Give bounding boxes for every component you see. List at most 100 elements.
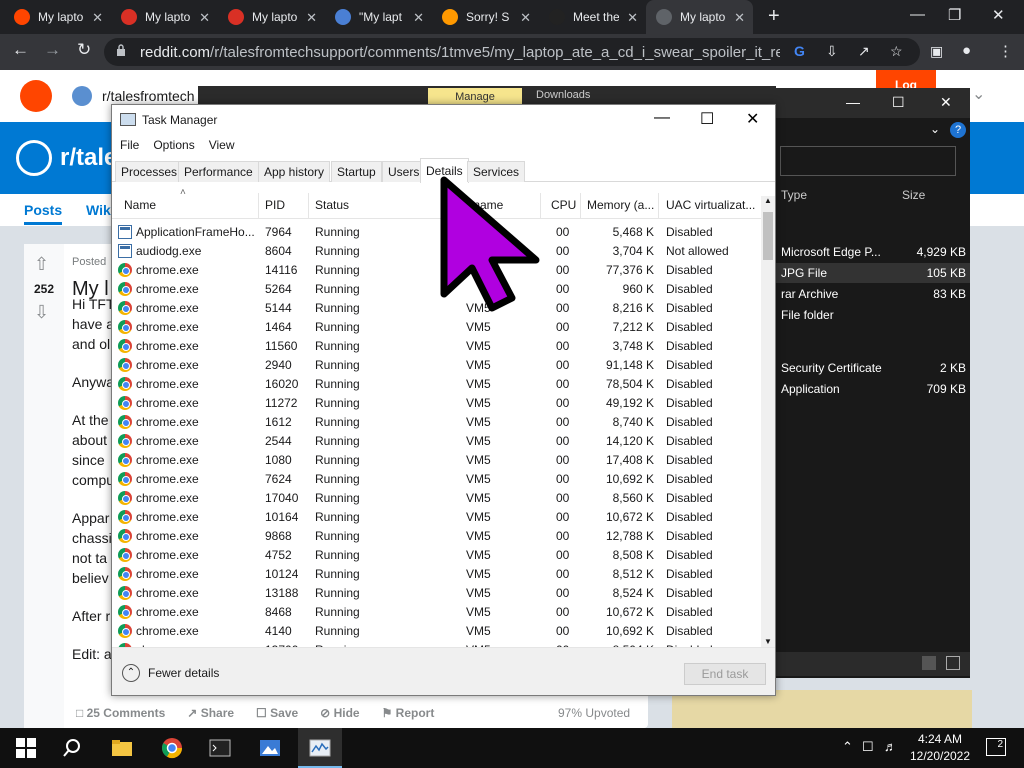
menu-kebab-icon[interactable]: ⋮ — [998, 42, 1013, 60]
volume-icon[interactable]: ♬ — [884, 739, 897, 754]
column-header[interactable]: Name — [124, 198, 156, 212]
tiles-view-icon[interactable] — [946, 656, 960, 670]
table-row[interactable]: chrome.exe 10164 Running VM5 00 10,672 K Disab… — [112, 507, 762, 526]
close-icon[interactable]: ✕ — [992, 6, 1005, 24]
browser-tab[interactable]: My lapto ✕ — [4, 0, 111, 34]
tab-wiki[interactable]: Wik — [86, 202, 111, 218]
close-icon[interactable]: ✕ — [940, 94, 952, 111]
terminal-icon[interactable] — [208, 736, 232, 760]
fewer-details-button[interactable]: ⌃ Fewer details — [122, 664, 219, 682]
report-button[interactable]: ⚑ Report — [382, 706, 435, 720]
column-divider[interactable] — [308, 193, 309, 219]
show-hidden-icons-icon[interactable]: ⌃ — [842, 739, 853, 755]
notifications-icon[interactable]: 2 — [986, 738, 1006, 756]
chrome-icon[interactable] — [160, 736, 184, 760]
network-icon[interactable]: ☐ — [862, 739, 874, 755]
chevron-down-icon[interactable]: ⌄ — [972, 84, 985, 104]
minimize-icon[interactable]: — — [846, 94, 860, 110]
tab-close-icon[interactable]: ✕ — [413, 10, 424, 26]
column-header[interactable]: Status — [315, 198, 349, 212]
back-icon[interactable]: ← — [12, 40, 29, 60]
table-row[interactable]: chrome.exe13700RunningVM5008,504 KDisabl… — [112, 640, 762, 647]
vertical-scrollbar[interactable]: ▲ ▼ — [761, 196, 775, 648]
help-icon[interactable]: ? — [950, 122, 966, 138]
taskbar-active-app[interactable] — [298, 728, 342, 768]
bookmark-star-icon[interactable]: ☆ — [890, 43, 903, 60]
explorer-search-input[interactable] — [780, 146, 956, 176]
tab-close-icon[interactable]: ✕ — [734, 10, 745, 26]
chevron-down-icon[interactable]: ⌄ — [930, 122, 940, 136]
table-row[interactable]: chrome.exe 1080 Running VM5 00 17,408 K Disabl… — [112, 450, 762, 469]
tab-processes[interactable]: Processes — [115, 161, 184, 182]
upvote-icon[interactable]: ⇧ — [34, 254, 49, 275]
browser-tab[interactable]: My lapto ✕ — [111, 0, 218, 34]
explorer-file-row[interactable]: JPG File 105 KB — [776, 263, 970, 283]
downvote-icon[interactable]: ⇩ — [34, 302, 49, 323]
comments-button[interactable]: □ 25 Comments — [76, 706, 165, 720]
column-divider[interactable] — [258, 193, 259, 219]
share-icon[interactable]: ↗ — [858, 43, 870, 60]
column-size[interactable]: Size — [902, 188, 925, 202]
tab-performance[interactable]: Performance — [178, 161, 259, 182]
browser-tab[interactable]: "My lapt ✕ — [325, 0, 432, 34]
tab-app-history[interactable]: App history — [258, 161, 331, 182]
minimize-icon[interactable]: — — [654, 109, 670, 127]
table-row[interactable]: chrome.exe 4752 Running VM5 00 8,508 K Disable… — [112, 545, 762, 564]
table-row[interactable]: chrome.exe 1612 Running VM5 00 8,740 K Disable… — [112, 412, 762, 431]
tab-close-icon[interactable]: ✕ — [306, 10, 317, 26]
save-button[interactable]: ☐ Save — [256, 706, 298, 720]
column-header[interactable]: Memory (a... — [587, 198, 654, 212]
install-icon[interactable]: ⇩ — [826, 43, 838, 60]
explorer-file-row[interactable]: rar Archive 83 KB — [776, 284, 970, 304]
table-row[interactable]: chrome.exe 9868 Running VM5 00 12,788 K Disabl… — [112, 526, 762, 545]
table-row[interactable]: chrome.exe 7624 Running VM5 00 10,692 K Disabl… — [112, 469, 762, 488]
restore-icon[interactable]: ❐ — [948, 6, 961, 24]
browser-tab[interactable]: My lapto ✕ — [218, 0, 325, 34]
explorer-file-row[interactable]: Application 709 KB — [776, 379, 970, 399]
table-row[interactable]: chrome.exe 11560 Running VM5 00 3,748 K Disabl… — [112, 336, 762, 355]
reload-icon[interactable]: ↻ — [77, 40, 91, 60]
column-type[interactable]: Type — [781, 188, 807, 202]
hide-button[interactable]: ⊘ Hide — [320, 706, 359, 720]
table-row[interactable]: chrome.exe 8468 Running VM5 00 10,672 K Disabl… — [112, 602, 762, 621]
menu-item[interactable]: View — [209, 138, 235, 152]
tab-posts[interactable]: Posts — [24, 202, 63, 225]
new-tab-icon[interactable]: + — [768, 5, 780, 28]
subreddit-name[interactable]: r/talesfromtech — [102, 88, 195, 104]
share-button[interactable]: ↗ Share — [187, 706, 234, 720]
table-row[interactable]: chrome.exe 2940 Running VM5 00 91,148 K Disabl… — [112, 355, 762, 374]
tab-close-icon[interactable]: ✕ — [520, 10, 531, 26]
tab-close-icon[interactable]: ✕ — [199, 10, 210, 26]
windows-start-icon[interactable] — [14, 736, 38, 760]
scroll-up-icon[interactable]: ▲ — [764, 196, 772, 205]
column-header[interactable]: UAC virtualizat... — [666, 198, 755, 212]
taskbar-clock[interactable]: 4:24 AM 12/20/2022 — [908, 731, 972, 765]
column-divider[interactable] — [580, 193, 581, 219]
reddit-logo-icon[interactable] — [20, 80, 52, 112]
explorer-file-row[interactable]: Security Certificate 2 KB — [776, 358, 970, 378]
tab-close-icon[interactable]: ✕ — [627, 10, 638, 26]
column-divider[interactable] — [658, 193, 659, 219]
browser-tab[interactable]: Meet the ✕ — [539, 0, 646, 34]
tab-users[interactable]: Users — [382, 161, 426, 182]
file-explorer-icon[interactable] — [110, 736, 134, 760]
tab-startup[interactable]: Startup — [331, 161, 382, 182]
address-bar[interactable]: reddit.com/r/talesfromtechsupport/commen… — [104, 38, 920, 66]
menu-item[interactable]: File — [120, 138, 139, 152]
table-row[interactable]: chrome.exe 17040 Running VM5 00 8,560 K Disabl… — [112, 488, 762, 507]
end-task-button[interactable]: End task — [684, 663, 766, 685]
details-view-icon[interactable] — [922, 656, 936, 670]
explorer-file-row[interactable]: Microsoft Edge P... 4,929 KB — [776, 242, 970, 262]
tab-close-icon[interactable]: ✕ — [92, 10, 103, 26]
forward-icon[interactable]: → — [44, 40, 61, 60]
table-row[interactable]: chrome.exe 16020 Running VM5 00 78,504 K Disab… — [112, 374, 762, 393]
google-lens-icon[interactable]: G — [794, 43, 805, 59]
table-row[interactable]: chrome.exe 11272 Running VM5 00 49,192 K Disab… — [112, 393, 762, 412]
profile-icon[interactable]: ● — [962, 42, 971, 59]
explorer-file-row[interactable]: File folder — [776, 305, 970, 325]
browser-tab[interactable]: My lapto ✕ — [646, 0, 753, 34]
photos-icon[interactable] — [258, 736, 282, 760]
maximize-icon[interactable]: ☐ — [700, 109, 714, 129]
sidebar-icon[interactable]: ▣ — [930, 43, 943, 60]
scroll-down-icon[interactable]: ▼ — [764, 637, 772, 646]
